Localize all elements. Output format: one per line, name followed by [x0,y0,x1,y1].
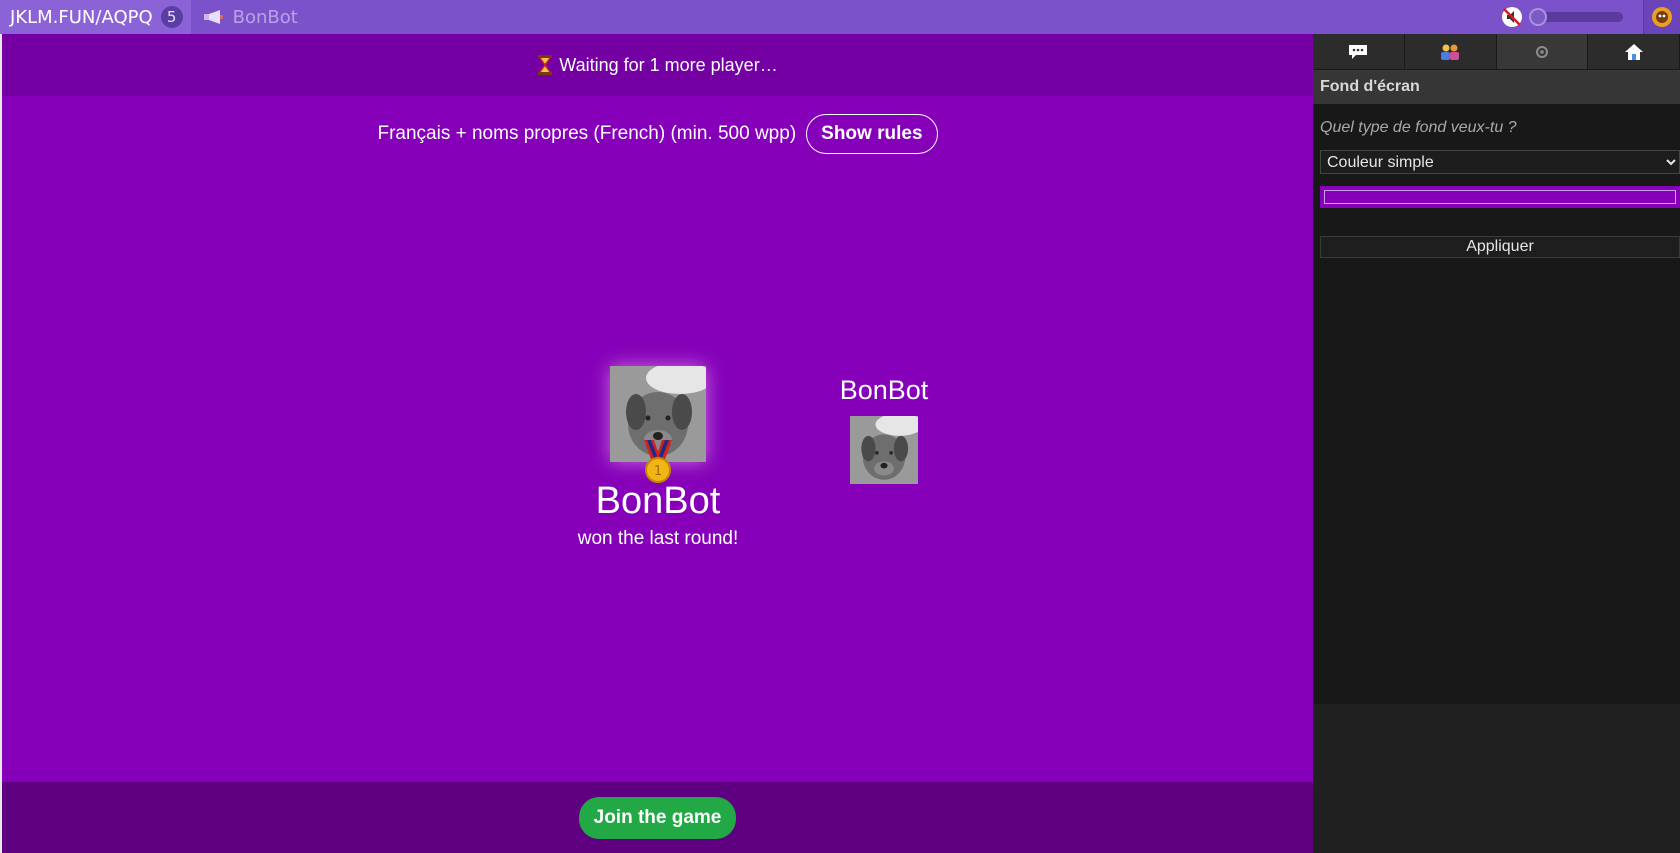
room-code[interactable]: JKLM.FUN/AQPQ [10,7,153,28]
players-icon [1441,44,1460,60]
rules-text: Français + noms propres (French) (min. 5… [377,123,797,144]
megaphone-icon [203,10,223,24]
tab-chat[interactable] [1313,34,1405,70]
profile-button[interactable] [1643,0,1680,34]
hourglass-icon [538,55,553,75]
tab-settings[interactable] [1496,34,1589,70]
game-area: Waiting for 1 more player… Français + no… [2,34,1313,853]
room-tab[interactable]: JKLM.FUN/AQPQ 5 [0,0,191,34]
sidebar: Fond d'écran Quel type de fond veux-tu ?… [1313,34,1680,853]
winner-name: BonBot [595,480,721,522]
status-text: Waiting for 1 more player… [559,54,778,75]
chat-icon [1349,44,1368,59]
background-question: Quel type de fond veux-tu ? [1320,119,1517,136]
background-type-select[interactable]: Couleur simple [1320,150,1680,174]
color-swatch[interactable] [1324,190,1676,204]
background-settings: Quel type de fond veux-tu ? Couleur simp… [1313,119,1680,258]
tab-home[interactable] [1588,34,1680,70]
tab-players[interactable] [1404,34,1497,70]
host-tab: BonBot [191,7,310,28]
medal-icon: 1 [644,440,672,483]
rules-row: Français + noms propres (French) (min. 5… [2,114,1313,154]
player-avatar [850,416,918,484]
show-rules-button[interactable]: Show rules [806,114,938,154]
settings-icon [1535,45,1548,58]
home-icon [1624,43,1643,60]
mute-icon[interactable] [1501,6,1523,28]
sidebar-tabs [1313,34,1680,70]
status-bar: Waiting for 1 more player… [2,34,1313,96]
profile-icon [1652,7,1672,27]
host-name: BonBot [232,6,298,28]
winner-avatar: 1 [610,366,706,483]
color-picker-field[interactable] [1320,186,1680,208]
join-game-button[interactable]: Join the game [578,796,737,839]
sidebar-footer [1313,704,1680,853]
top-bar: JKLM.FUN/AQPQ 5 BonBot [0,0,1680,34]
player-card: BonBot [829,374,939,484]
volume-slider[interactable] [1529,8,1623,26]
join-bar: Join the game [2,782,1313,853]
player-name: BonBot [839,375,929,405]
winner-panel: 1 BonBot won the last round! [538,366,778,550]
player-count-badge: 5 [160,6,183,28]
winner-subtitle: won the last round! [577,528,739,549]
apply-button[interactable]: Appliquer [1320,236,1680,258]
dog-avatar-image [850,416,918,484]
svg-text:1: 1 [654,464,662,479]
section-header: Fond d'écran [1313,70,1680,104]
volume-knob[interactable] [1529,8,1547,26]
